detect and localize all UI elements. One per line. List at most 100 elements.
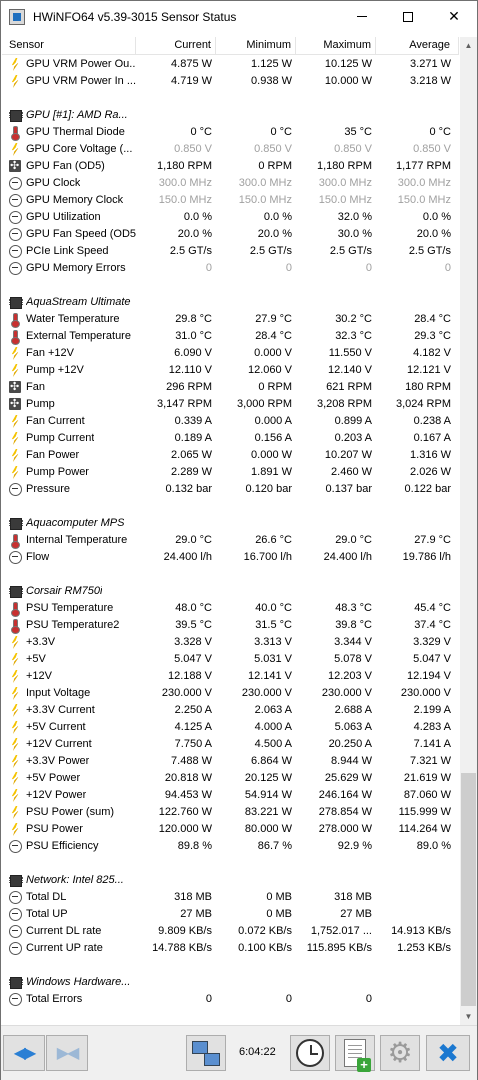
sensor-row[interactable]: Current UP rate 14.788 KB/s 0.100 KB/s 115.… (2, 940, 459, 957)
maximize-button[interactable] (385, 1, 431, 32)
reset-layout-button[interactable]: ▶◀ (46, 1035, 88, 1071)
current-value: 300.0 MHz (158, 177, 212, 189)
sensor-group-row[interactable]: Corsair RM750i (2, 583, 459, 600)
logging-timer-button[interactable] (290, 1035, 330, 1071)
scroll-up-arrow-icon[interactable]: ▲ (460, 37, 477, 54)
sensor-row[interactable]: Total DL 318 MB 0 MB 318 MB (2, 889, 459, 906)
sensor-row[interactable]: +5V Current 4.125 A 4.000 A 5.063 A 4.283 A (2, 719, 459, 736)
sensor-row[interactable]: PSU Temperature2 39.5 °C 31.5 °C 39.8 °C 37.… (2, 617, 459, 634)
network-button[interactable] (186, 1035, 226, 1071)
sensor-row[interactable]: GPU VRM Power In ... 4.719 W 0.938 W 10.000… (2, 73, 459, 90)
sensor-row[interactable]: GPU Utilization 0.0 % 0.0 % 32.0 % 0.0 % (2, 209, 459, 226)
sensor-label: External Temperature (26, 330, 131, 342)
minimize-button[interactable] (339, 1, 385, 32)
scrollbar-thumb[interactable] (461, 773, 476, 1006)
sensor-row[interactable]: Input Voltage 230.000 V 230.000 V 230.000 V… (2, 685, 459, 702)
sensor-row[interactable]: Pressure 0.132 bar 0.120 bar 0.137 bar 0.122… (2, 481, 459, 498)
minimum-value: 16.700 l/h (243, 551, 292, 563)
fan-icon (9, 396, 21, 413)
sensor-row[interactable]: Pump +12V 12.110 V 12.060 V 12.140 V 12.121 … (2, 362, 459, 379)
sensor-row[interactable]: Fan +12V 6.090 V 0.000 V 11.550 V 4.182 V (2, 345, 459, 362)
maximum-value: 0 (365, 993, 372, 1005)
sensor-row[interactable]: +5V 5.047 V 5.031 V 5.078 V 5.047 V (2, 651, 459, 668)
sensor-group-row[interactable]: Windows Hardware... (2, 974, 459, 991)
sensor-label: Total UP (26, 908, 68, 920)
sensor-row[interactable]: Pump Current 0.189 A 0.156 A 0.203 A 0.167 A (2, 430, 459, 447)
expand-collapse-button[interactable]: ◀▶ (3, 1035, 45, 1071)
column-header-average[interactable]: Average (376, 37, 459, 55)
sensor-name-cell: Fan Power (2, 447, 136, 464)
sensor-row[interactable]: Water Temperature 29.8 °C 27.9 °C 30.2 °C 28… (2, 311, 459, 328)
vertical-scrollbar[interactable]: ▲ ▼ (460, 37, 477, 1025)
sensor-name-cell: Pump Power (2, 464, 136, 481)
average-value (376, 991, 459, 1008)
chip-icon (9, 874, 23, 887)
sensor-row[interactable]: +3.3V 3.328 V 3.313 V 3.344 V 3.329 V (2, 634, 459, 651)
scroll-down-arrow-icon[interactable]: ▼ (460, 1008, 477, 1025)
current-value: 230.000 V (161, 687, 212, 699)
current-value: 7.488 W (171, 755, 212, 767)
maximum-value: 0.899 A (334, 415, 372, 427)
sensor-row[interactable]: +12V 12.188 V 12.141 V 12.203 V 12.194 V (2, 668, 459, 685)
sensor-group-row[interactable]: Network: Intel 825... (2, 872, 459, 889)
title-bar[interactable]: HWiNFO64 v5.39-3015 Sensor Status ✕ (1, 1, 477, 32)
average-value: 3,024 RPM (395, 398, 451, 410)
maximum-value: 115.895 KB/s (306, 942, 372, 954)
sensor-row[interactable]: Internal Temperature 29.0 °C 26.6 °C 29.0 °… (2, 532, 459, 549)
sensor-row[interactable]: Flow 24.400 l/h 16.700 l/h 24.400 l/h 19.786… (2, 549, 459, 566)
left-right-arrows-icon: ◀▶ (13, 1045, 37, 1062)
sensor-row[interactable]: Pump Power 2.289 W 1.891 W 2.460 W 2.026 W (2, 464, 459, 481)
sensor-row[interactable]: GPU Fan Speed (OD5) 20.0 % 20.0 % 30.0 % 20.… (2, 226, 459, 243)
sensor-row[interactable]: +12V Current 7.750 A 4.500 A 20.250 A 7.141 … (2, 736, 459, 753)
current-value: 20.0 % (177, 228, 212, 240)
sensor-row[interactable]: +12V Power 94.453 W 54.914 W 246.164 W 87.06… (2, 787, 459, 804)
sensor-row[interactable]: GPU Core Voltage (... 0.850 V 0.850 V 0.850… (2, 141, 459, 158)
sensor-row[interactable]: Total Errors 0 0 0 (2, 991, 459, 1008)
gauge-icon (9, 194, 22, 207)
sensor-row[interactable]: PSU Power 120.000 W 80.000 W 278.000 W 114.2… (2, 821, 459, 838)
sensor-row[interactable]: Fan Current 0.339 A 0.000 A 0.899 A 0.238 A (2, 413, 459, 430)
sensor-name-cell: GPU VRM Power In ... (2, 73, 136, 90)
column-header-maximum[interactable]: Maximum (296, 37, 376, 55)
sensor-list[interactable]: GPU VRM Power Ou... 4.875 W 1.125 W 10.125 … (2, 56, 459, 1023)
maximum-value: 2.460 W (331, 466, 372, 478)
close-window-button[interactable]: ✕ (431, 1, 477, 32)
sensor-group-row[interactable]: AquaStream Ultimate (2, 294, 459, 311)
sensor-label: Fan +12V (26, 347, 75, 359)
sensor-row[interactable]: External Temperature 31.0 °C 28.4 °C 32.3 °… (2, 328, 459, 345)
sensor-row[interactable]: Current DL rate 9.809 KB/s 0.072 KB/s 1,752… (2, 923, 459, 940)
sensor-row[interactable]: GPU Fan (OD5) 1,180 RPM 0 RPM 1,180 RPM 1,17… (2, 158, 459, 175)
average-value: 19.786 l/h (402, 551, 451, 563)
close-sensors-button[interactable]: ✖ (426, 1035, 470, 1071)
sensor-row[interactable]: +3.3V Current 2.250 A 2.063 A 2.688 A 2.199 … (2, 702, 459, 719)
sensor-group-row[interactable]: GPU [#1]: AMD Ra... (2, 107, 459, 124)
minimum-value: 12.060 V (247, 364, 292, 376)
chip-icon (9, 976, 23, 989)
sensor-row[interactable]: Total UP 27 MB 0 MB 27 MB (2, 906, 459, 923)
sensor-row[interactable]: PSU Temperature 48.0 °C 40.0 °C 48.3 °C 45.4… (2, 600, 459, 617)
column-header-sensor[interactable]: Sensor (2, 37, 136, 55)
sensor-row[interactable]: +3.3V Power 7.488 W 6.864 W 8.944 W 7.321 W (2, 753, 459, 770)
sensor-group-row[interactable]: Aquacomputer MPS (2, 515, 459, 532)
sensor-row[interactable]: GPU Memory Errors 0 0 0 0 (2, 260, 459, 277)
sensor-row[interactable]: GPU Clock 300.0 MHz 300.0 MHz 300.0 MHz 300.… (2, 175, 459, 192)
sensor-label: Network: Intel 825... (26, 874, 124, 886)
start-logging-button[interactable] (335, 1035, 375, 1072)
sensor-row[interactable]: Fan Power 2.065 W 0.000 W 10.207 W 1.316 W (2, 447, 459, 464)
sensor-row[interactable]: PSU Power (sum) 122.760 W 83.221 W 278.854 … (2, 804, 459, 821)
column-header-minimum[interactable]: Minimum (216, 37, 296, 55)
average-value: 12.194 V (406, 670, 451, 682)
sensor-row[interactable]: +5V Power 20.818 W 20.125 W 25.629 W 21.619 … (2, 770, 459, 787)
sensor-row[interactable]: Pump 3,147 RPM 3,000 RPM 3,208 RPM 3,024 RPM (2, 396, 459, 413)
sensor-row[interactable]: GPU Memory Clock 150.0 MHz 150.0 MHz 150.0 … (2, 192, 459, 209)
sensor-row[interactable]: Fan 296 RPM 0 RPM 621 RPM 180 RPM (2, 379, 459, 396)
sensor-label: GPU VRM Power In ... (26, 75, 136, 87)
sensor-row[interactable]: PSU Efficiency 89.8 % 86.7 % 92.9 % 89.0 % (2, 838, 459, 855)
sensor-row[interactable]: PCIe Link Speed 2.5 GT/s 2.5 GT/s 2.5 GT/s 2… (2, 243, 459, 260)
column-header-current[interactable]: Current (136, 37, 216, 55)
current-value: 120.000 W (158, 823, 212, 835)
settings-button[interactable]: ⚙ (380, 1035, 420, 1071)
maximum-value: 2.688 A (334, 704, 372, 716)
sensor-row[interactable]: GPU VRM Power Ou... 4.875 W 1.125 W 10.125 … (2, 56, 459, 73)
sensor-row[interactable]: GPU Thermal Diode 0 °C 0 °C 35 °C 0 °C (2, 124, 459, 141)
